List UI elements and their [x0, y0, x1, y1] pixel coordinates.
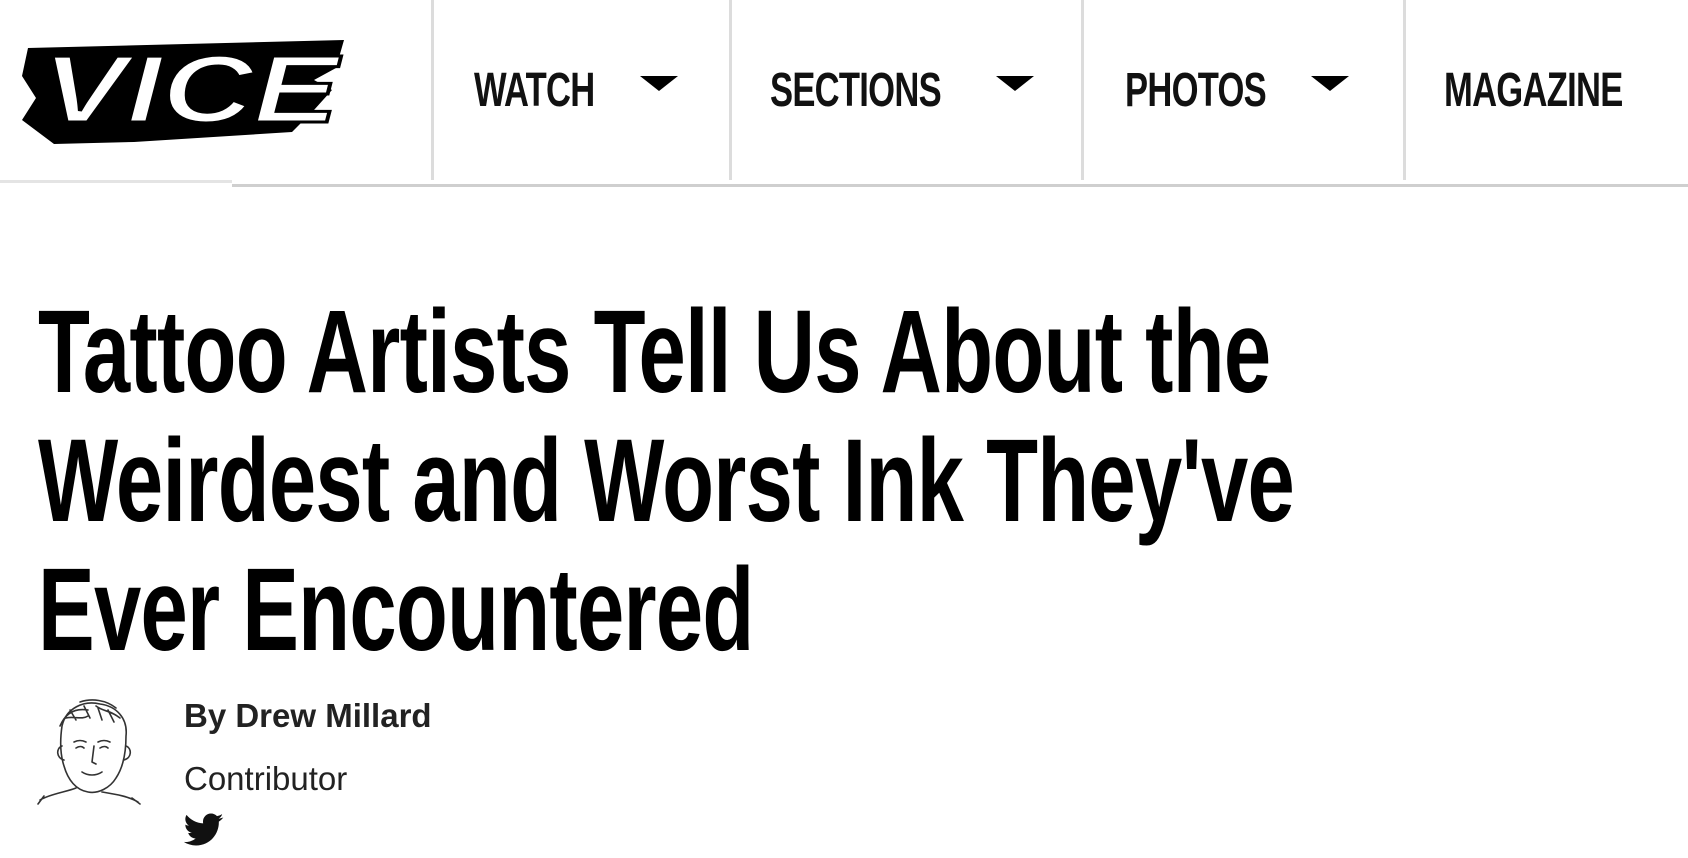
nav-item-watch[interactable]: WATCH — [474, 0, 694, 180]
author-avatar[interactable] — [36, 696, 142, 806]
author-name[interactable]: By Drew Millard — [184, 697, 432, 735]
twitter-bird-glyph — [184, 813, 224, 846]
nav-item-magazine[interactable]: MAGAZINE — [1444, 0, 1684, 180]
author-sketch-avatar — [37, 699, 141, 805]
twitter-icon[interactable] — [184, 812, 224, 848]
article-title: Tattoo Artists Tell Us About the Weirdes… — [38, 288, 1688, 675]
vice-logo[interactable]: VICE — [14, 28, 366, 148]
article-title-line: Weirdest and Worst Ink They've — [38, 415, 1295, 547]
nav-divider — [1403, 0, 1406, 180]
header-divider — [232, 184, 1688, 187]
header-divider — [0, 180, 232, 183]
nav-item-photos[interactable]: PHOTOS — [1125, 0, 1375, 180]
vice-logo-icon: VICE — [22, 35, 344, 145]
nav-divider — [431, 0, 434, 180]
nav-item-label: PHOTOS — [1125, 63, 1267, 117]
author-role: Contributor — [184, 760, 348, 797]
caret-down-icon — [1311, 76, 1349, 91]
nav-item-label: WATCH — [474, 63, 595, 117]
caret-down-icon — [640, 76, 678, 91]
caret-down-icon — [996, 76, 1034, 91]
nav-item-label: SECTIONS — [770, 63, 942, 117]
article-title-line: Tattoo Artists Tell Us About the — [38, 286, 1271, 418]
svg-text:VICE: VICE — [42, 36, 342, 143]
site-header: VICE WATCH SECTIONS PHOTOS MAGAZINE — [0, 0, 1688, 187]
nav-item-sections[interactable]: SECTIONS — [770, 0, 1050, 180]
nav-item-label: MAGAZINE — [1444, 63, 1623, 117]
article-title-line: Ever Encountered — [38, 544, 754, 676]
nav-divider — [1081, 0, 1084, 180]
nav-divider — [729, 0, 732, 180]
